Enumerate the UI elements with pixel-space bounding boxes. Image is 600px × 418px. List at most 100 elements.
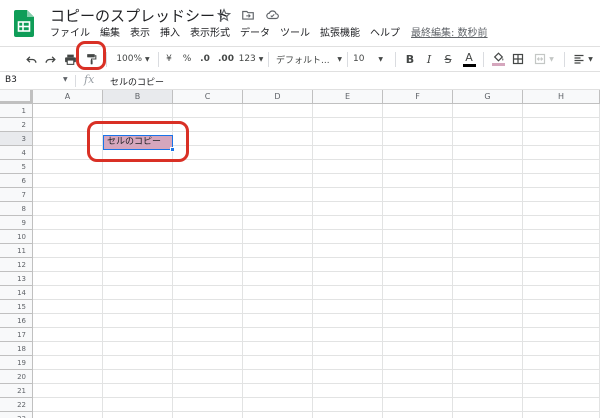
grid-cell[interactable] (523, 146, 600, 160)
grid-cell[interactable] (453, 202, 523, 216)
grid-cell[interactable] (383, 188, 453, 202)
grid-cell[interactable] (453, 118, 523, 132)
grid-cell[interactable] (173, 300, 243, 314)
grid-cell[interactable] (173, 314, 243, 328)
grid-cell[interactable] (33, 384, 103, 398)
grid-cell[interactable] (383, 216, 453, 230)
row-header[interactable]: 13 (0, 272, 33, 286)
grid-cell[interactable] (383, 286, 453, 300)
grid-cell[interactable] (313, 300, 383, 314)
grid-cell[interactable] (33, 370, 103, 384)
grid-cell[interactable] (33, 412, 103, 418)
grid-cell[interactable] (523, 188, 600, 202)
formula-input[interactable]: セルのコピー (110, 75, 164, 88)
row-header[interactable]: 23 (0, 412, 33, 418)
grid-cell[interactable] (33, 202, 103, 216)
grid-cell[interactable] (103, 412, 173, 418)
grid-cell[interactable] (103, 286, 173, 300)
row-header[interactable]: 3 (0, 132, 33, 146)
grid-cell[interactable] (383, 328, 453, 342)
grid-cell[interactable] (103, 356, 173, 370)
menu-insert[interactable]: 挿入 (155, 27, 185, 41)
grid-cell[interactable] (383, 314, 453, 328)
grid-cell[interactable] (453, 370, 523, 384)
row-header[interactable]: 10 (0, 230, 33, 244)
currency-format-button[interactable]: ¥ (162, 47, 176, 71)
row-header[interactable]: 9 (0, 216, 33, 230)
grid-cell[interactable] (383, 132, 453, 146)
grid-cell[interactable] (523, 286, 600, 300)
grid-cell[interactable] (383, 160, 453, 174)
menu-edit[interactable]: 編集 (95, 27, 125, 41)
grid-cell[interactable] (173, 174, 243, 188)
move-folder-icon[interactable] (240, 7, 256, 23)
grid-cell[interactable] (313, 104, 383, 118)
italic-button[interactable]: I (422, 47, 436, 71)
grid-cell[interactable] (33, 188, 103, 202)
grid-cell[interactable] (523, 370, 600, 384)
grid-cell[interactable] (453, 384, 523, 398)
grid-cell[interactable] (33, 398, 103, 412)
row-header[interactable]: 7 (0, 188, 33, 202)
grid-cell[interactable] (103, 160, 173, 174)
grid-cell[interactable] (173, 398, 243, 412)
grid-cell[interactable] (173, 356, 243, 370)
grid-cell[interactable] (313, 328, 383, 342)
grid-cell[interactable] (453, 174, 523, 188)
horizontal-align-icon[interactable]: ▼ (570, 47, 596, 71)
grid-cell[interactable] (383, 230, 453, 244)
row-header[interactable]: 15 (0, 300, 33, 314)
grid-cell[interactable] (383, 174, 453, 188)
grid-cell[interactable] (313, 370, 383, 384)
font-size-select[interactable]: 10 ▼ (353, 47, 383, 71)
grid-cell[interactable] (103, 188, 173, 202)
grid-cell[interactable] (313, 412, 383, 418)
grid-cell[interactable] (33, 258, 103, 272)
column-header[interactable]: H (523, 90, 600, 104)
grid-cell[interactable] (173, 188, 243, 202)
merge-cells-icon[interactable]: ▼ (530, 47, 558, 71)
grid-cell[interactable] (453, 328, 523, 342)
grid-cell[interactable] (33, 328, 103, 342)
grid-cell[interactable] (33, 244, 103, 258)
menu-tools[interactable]: ツール (275, 27, 315, 41)
grid-cell[interactable] (523, 244, 600, 258)
grid-cell[interactable] (383, 146, 453, 160)
grid-cell[interactable] (453, 258, 523, 272)
grid-cell[interactable] (383, 398, 453, 412)
grid-cell[interactable] (313, 188, 383, 202)
grid-cell[interactable] (33, 104, 103, 118)
grid-cell[interactable] (243, 286, 313, 300)
menu-data[interactable]: データ (235, 27, 275, 41)
grid-cell[interactable] (243, 384, 313, 398)
grid-cell[interactable] (313, 174, 383, 188)
grid-cell[interactable] (173, 272, 243, 286)
grid-cell[interactable] (243, 370, 313, 384)
row-header[interactable]: 5 (0, 160, 33, 174)
grid-cell[interactable] (103, 230, 173, 244)
row-header[interactable]: 18 (0, 342, 33, 356)
menu-extensions[interactable]: 拡張機能 (315, 27, 365, 41)
grid-cell[interactable] (383, 104, 453, 118)
row-header[interactable]: 4 (0, 146, 33, 160)
grid-cell[interactable] (173, 160, 243, 174)
chevron-down-icon[interactable]: ▼ (63, 76, 68, 83)
grid-cell[interactable] (313, 230, 383, 244)
grid-cell[interactable] (383, 412, 453, 418)
grid-cell[interactable] (33, 272, 103, 286)
grid-cell[interactable] (243, 118, 313, 132)
grid-cell[interactable] (523, 272, 600, 286)
grid-cell[interactable] (523, 300, 600, 314)
grid-cell[interactable] (103, 174, 173, 188)
grid-cell[interactable] (243, 202, 313, 216)
grid-cell[interactable] (243, 104, 313, 118)
grid-cell[interactable] (523, 398, 600, 412)
grid-cell[interactable] (523, 118, 600, 132)
row-header[interactable]: 2 (0, 118, 33, 132)
grid-cell[interactable] (523, 384, 600, 398)
grid-cell[interactable] (523, 216, 600, 230)
grid-cell[interactable] (453, 314, 523, 328)
grid-cell[interactable] (103, 398, 173, 412)
grid-cell[interactable] (313, 132, 383, 146)
grid-cell[interactable] (383, 356, 453, 370)
